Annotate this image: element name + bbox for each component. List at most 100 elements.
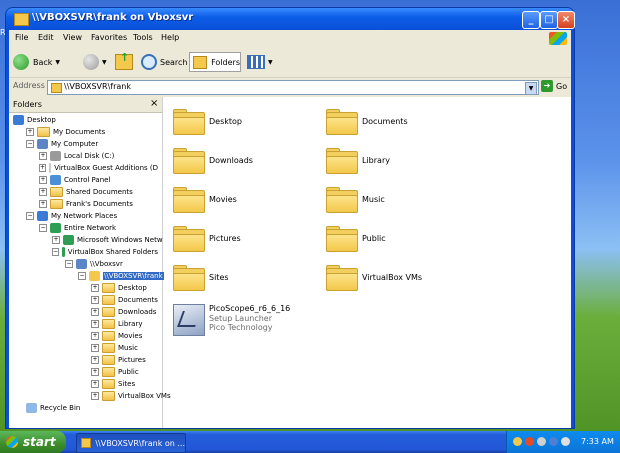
folders-button[interactable]: Folders	[189, 52, 241, 72]
close-button[interactable]: ×	[557, 11, 575, 29]
tree-expander-icon[interactable]: +	[91, 343, 99, 352]
tree-expander-icon[interactable]: +	[39, 175, 47, 184]
volume-icon[interactable]	[561, 437, 570, 446]
folder-icon	[14, 13, 29, 26]
tree-item[interactable]: + Pictures	[91, 354, 146, 365]
tree-item-label: Frank's Documents	[66, 199, 133, 208]
tree-item[interactable]: + VirtualBox VMs	[91, 390, 171, 401]
tree-expander-icon[interactable]: −	[26, 211, 34, 220]
tree-item[interactable]: − My Network Places	[26, 210, 117, 221]
forward-button[interactable]: ▼	[83, 52, 107, 72]
tree-item[interactable]: − Entire Network	[39, 222, 116, 233]
tree-item-label: VirtualBox Guest Additions (D	[54, 163, 158, 172]
folders-pane-title: Folders	[13, 100, 42, 109]
security-alert-icon[interactable]	[525, 437, 534, 446]
start-button[interactable]: start	[0, 431, 66, 453]
tree-expander-icon[interactable]: +	[91, 379, 99, 388]
back-dropdown-icon[interactable]: ▼	[55, 59, 60, 66]
tree-item[interactable]: + Shared Documents	[39, 186, 133, 197]
tree-item[interactable]: + Downloads	[91, 306, 156, 317]
tree-item[interactable]: + Desktop	[91, 282, 147, 293]
minimize-button[interactable]: _	[522, 11, 540, 29]
tree-expander-icon[interactable]: +	[91, 367, 99, 376]
file-item[interactable]: Music	[326, 185, 466, 215]
tree-expander-icon[interactable]: +	[91, 391, 99, 400]
tree-expander-icon[interactable]: +	[91, 295, 99, 304]
tree-item[interactable]: − \\Vboxsvr	[65, 258, 123, 269]
file-item-label: Movies	[209, 195, 237, 204]
tree-item[interactable]: + Control Panel	[39, 174, 110, 185]
menu-help[interactable]: Help	[161, 33, 179, 42]
file-item-label: Pictures	[209, 234, 241, 243]
tree-expander-icon[interactable]: +	[39, 163, 47, 172]
tree-item[interactable]: − My Computer	[26, 138, 98, 149]
file-item[interactable]: Pictures	[173, 224, 313, 254]
tree-item[interactable]: + Microsoft Windows Netw	[52, 234, 163, 245]
file-item-label: VirtualBox VMs	[362, 273, 423, 282]
file-item[interactable]: Public	[326, 224, 466, 254]
tree-expander-icon[interactable]: +	[52, 235, 60, 244]
computer-icon	[37, 138, 48, 149]
address-dropdown-icon[interactable]: ▼	[525, 82, 537, 95]
tree-expander-icon[interactable]: +	[91, 307, 99, 316]
tree-item[interactable]: + Local Disk (C:)	[39, 150, 114, 161]
file-item[interactable]: VirtualBox VMs	[326, 263, 466, 293]
tree-item[interactable]: + Sites	[91, 378, 135, 389]
menu-view[interactable]: View	[63, 33, 82, 42]
address-value: \\VBOXSVR\frank	[64, 82, 131, 91]
file-item[interactable]: Desktop	[173, 107, 313, 137]
file-item[interactable]: Documents	[326, 107, 466, 137]
up-folder-button[interactable]: ↑	[115, 51, 133, 72]
tree-item-label: Local Disk (C:)	[64, 151, 115, 160]
tree-item[interactable]: + Public	[91, 366, 139, 377]
window-body: File Edit View Favorites Tools Help Back…	[9, 30, 571, 428]
tree-expander-icon[interactable]: +	[91, 331, 99, 340]
tree-item[interactable]: + Library	[91, 318, 142, 329]
address-input[interactable]: \\VBOXSVR\frank ▼	[47, 80, 539, 95]
tree-item[interactable]: + Frank's Documents	[39, 198, 133, 209]
title-bar[interactable]: \\VBOXSVR\frank on Vboxsvr _ □ ×	[6, 8, 575, 30]
tree-item[interactable]: + VirtualBox Guest Additions (D	[39, 162, 158, 173]
search-button[interactable]: Search	[141, 52, 187, 72]
tree-expander-icon[interactable]: −	[52, 247, 60, 256]
tree-item[interactable]: Desktop	[13, 114, 56, 125]
tree-expander-icon[interactable]: −	[26, 139, 34, 148]
shield-icon[interactable]	[513, 437, 522, 446]
taskbar-item-explorer[interactable]: \\VBOXSVR\frank on ...	[76, 433, 186, 453]
network-icon[interactable]	[537, 437, 546, 446]
tree-item[interactable]: + Documents	[91, 294, 158, 305]
menu-favorites[interactable]: Favorites	[91, 33, 127, 42]
file-item[interactable]: Downloads	[173, 146, 313, 176]
tree-expander-icon[interactable]: +	[91, 319, 99, 328]
tree-expander-icon[interactable]: −	[78, 271, 86, 280]
tree-expander-icon[interactable]: +	[39, 187, 47, 196]
tree-item[interactable]: + My Documents	[26, 126, 105, 137]
tree-expander-icon[interactable]: +	[91, 283, 99, 292]
file-item[interactable]: Library	[326, 146, 466, 176]
maximize-button[interactable]: □	[540, 11, 558, 29]
file-item[interactable]: Movies	[173, 185, 313, 215]
tree-item[interactable]: Recycle Bin	[26, 402, 80, 413]
tree-item[interactable]: + Music	[91, 342, 138, 353]
folders-pane-close-button[interactable]: ×	[150, 98, 158, 109]
menu-tools[interactable]: Tools	[133, 33, 153, 42]
back-button[interactable]: Back ▼	[13, 52, 60, 72]
tree-expander-icon[interactable]: −	[39, 223, 47, 232]
tree-expander-icon[interactable]: +	[91, 355, 99, 364]
tree-expander-icon[interactable]: −	[65, 259, 73, 268]
virtualbox-icon[interactable]	[549, 437, 558, 446]
file-item[interactable]: Sites	[173, 263, 313, 293]
tree-expander-icon[interactable]: +	[39, 199, 47, 208]
views-button[interactable]: ▼	[247, 52, 273, 72]
tree-expander-icon[interactable]: +	[26, 127, 34, 136]
setup-launcher-item[interactable]: PicoScope6_r6_6_16 Setup Launcher Pico Tec…	[173, 302, 333, 336]
menu-edit[interactable]: Edit	[38, 33, 54, 42]
go-button[interactable]: ➔ Go	[541, 80, 567, 92]
forward-dropdown-icon[interactable]: ▼	[102, 59, 107, 66]
tree-item[interactable]: − VirtualBox Shared Folders	[52, 246, 158, 257]
tree-item[interactable]: + Movies	[91, 330, 142, 341]
tree-item[interactable]: − \\VBOXSVR\frank	[78, 270, 164, 281]
file-item-label: Library	[362, 156, 390, 165]
menu-file[interactable]: File	[15, 33, 28, 42]
tree-expander-icon[interactable]: +	[39, 151, 47, 160]
